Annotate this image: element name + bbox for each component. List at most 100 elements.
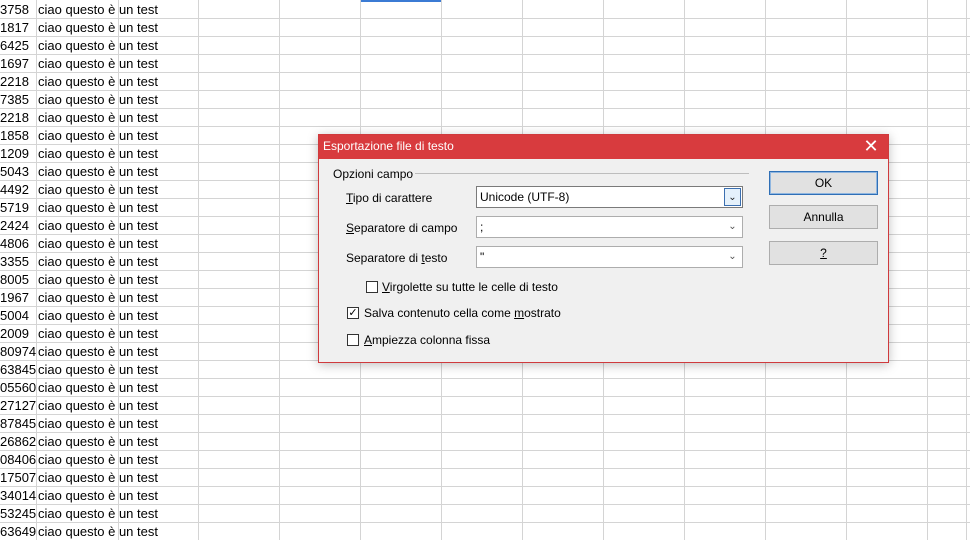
number-cell[interactable]: 2218 xyxy=(0,73,36,90)
text-cell[interactable]: ciao questo è un test xyxy=(38,55,238,72)
text-cell[interactable]: ciao questo è un test xyxy=(38,91,238,108)
field-separator-select[interactable]: ; ⌄ xyxy=(476,216,743,238)
number-cell[interactable]: 4492 xyxy=(0,181,36,198)
number-cell[interactable]: 5719 xyxy=(0,199,36,216)
text-cell[interactable]: ciao questo è un test xyxy=(38,289,238,306)
chevron-down-icon[interactable]: ⌄ xyxy=(724,248,741,266)
text-cell[interactable]: ciao questo è un test xyxy=(38,145,238,162)
number-cell[interactable]: 3355 xyxy=(0,253,36,270)
number-cell[interactable]: 1697 xyxy=(0,55,36,72)
charset-value: Unicode (UTF-8) xyxy=(480,190,570,204)
table-row[interactable]: 87845 ciao questo è un test xyxy=(0,415,970,433)
text-cell[interactable]: ciao questo è un test xyxy=(38,127,238,144)
text-cell[interactable]: ciao questo è un test xyxy=(38,253,238,270)
number-cell[interactable]: 17507 xyxy=(0,469,36,486)
dialog-titlebar[interactable]: Esportazione file di testo ✕ xyxy=(319,135,888,159)
text-cell[interactable]: ciao questo è un test xyxy=(38,235,238,252)
text-cell[interactable]: ciao questo è un test xyxy=(38,181,238,198)
table-row[interactable]: 2218 ciao questo è un test xyxy=(0,109,970,127)
selected-cell-indicator xyxy=(361,0,441,2)
table-row[interactable]: 63845 ciao questo è un test xyxy=(0,361,970,379)
text-cell[interactable]: ciao questo è un test xyxy=(38,433,238,450)
number-cell[interactable]: 87845 xyxy=(0,415,36,432)
number-cell[interactable]: 6425 xyxy=(0,37,36,54)
table-row[interactable]: 1697 ciao questo è un test xyxy=(0,55,970,73)
table-row[interactable]: 7385 ciao questo è un test xyxy=(0,91,970,109)
number-cell[interactable]: 2218 xyxy=(0,109,36,126)
text-cell[interactable]: ciao questo è un test xyxy=(38,397,238,414)
quote-all-checkbox[interactable] xyxy=(366,281,378,293)
table-row[interactable]: 08406 ciao questo è un test xyxy=(0,451,970,469)
text-cell[interactable]: ciao questo è un test xyxy=(38,379,238,396)
field-separator-value: ; xyxy=(480,220,484,234)
text-cell[interactable]: ciao questo è un test xyxy=(38,19,238,36)
chevron-down-icon[interactable]: ⌄ xyxy=(724,188,741,206)
table-row[interactable]: 3758 ciao questo è un test xyxy=(0,1,970,19)
text-cell[interactable]: ciao questo è un test xyxy=(38,415,238,432)
number-cell[interactable]: 26862 xyxy=(0,433,36,450)
number-cell[interactable]: 34014 xyxy=(0,487,36,504)
table-row[interactable]: 26862 ciao questo è un test xyxy=(0,433,970,451)
table-row[interactable]: 27127 ciao questo è un test xyxy=(0,397,970,415)
table-row[interactable]: 63649 ciao questo è un test xyxy=(0,523,970,540)
text-cell[interactable]: ciao questo è un test xyxy=(38,73,238,90)
close-icon[interactable]: ✕ xyxy=(854,135,888,159)
save-as-shown-checkbox[interactable]: ✓ xyxy=(347,307,359,319)
text-cell[interactable]: ciao questo è un test xyxy=(38,109,238,126)
number-cell[interactable]: 8005 xyxy=(0,271,36,288)
text-cell[interactable]: ciao questo è un test xyxy=(38,523,238,540)
table-row[interactable]: 17507 ciao questo è un test xyxy=(0,469,970,487)
table-row[interactable]: 6425 ciao questo è un test xyxy=(0,37,970,55)
charset-select[interactable]: Unicode (UTF-8) ⌄ xyxy=(476,186,743,208)
text-cell[interactable]: ciao questo è un test xyxy=(38,451,238,468)
number-cell[interactable]: 27127 xyxy=(0,397,36,414)
text-cell[interactable]: ciao questo è un test xyxy=(38,163,238,180)
text-cell[interactable]: ciao questo è un test xyxy=(38,217,238,234)
number-cell[interactable]: 5004 xyxy=(0,307,36,324)
text-cell[interactable]: ciao questo è un test xyxy=(38,487,238,504)
text-cell[interactable]: ciao questo è un test xyxy=(38,307,238,324)
text-cell[interactable]: ciao questo è un test xyxy=(38,325,238,342)
text-export-dialog: Esportazione file di testo ✕ Opzioni cam… xyxy=(318,134,889,363)
number-cell[interactable]: 2009 xyxy=(0,325,36,342)
number-cell[interactable]: 63845 xyxy=(0,361,36,378)
number-cell[interactable]: 1817 xyxy=(0,19,36,36)
number-cell[interactable]: 05560 xyxy=(0,379,36,396)
number-cell[interactable]: 2424 xyxy=(0,217,36,234)
text-cell[interactable]: ciao questo è un test xyxy=(38,343,238,360)
text-cell[interactable]: ciao questo è un test xyxy=(38,361,238,378)
text-cell[interactable]: ciao questo è un test xyxy=(38,271,238,288)
number-cell[interactable]: 63649 xyxy=(0,523,36,540)
table-row[interactable]: 53245 ciao questo è un test xyxy=(0,505,970,523)
text-cell[interactable]: ciao questo è un test xyxy=(38,1,238,18)
text-cell[interactable]: ciao questo è un test xyxy=(38,199,238,216)
chevron-down-icon[interactable]: ⌄ xyxy=(724,218,741,236)
text-cell[interactable]: ciao questo è un test xyxy=(38,505,238,522)
quote-all-label: Virgolette su tutte le celle di testo xyxy=(382,280,558,294)
text-cell[interactable]: ciao questo è un test xyxy=(38,37,238,54)
number-cell[interactable]: 3758 xyxy=(0,1,36,18)
number-cell[interactable]: 4806 xyxy=(0,235,36,252)
number-cell[interactable]: 08406 xyxy=(0,451,36,468)
text-separator-select[interactable]: " ⌄ xyxy=(476,246,743,268)
cancel-button[interactable]: Annulla xyxy=(769,205,878,229)
fixed-width-checkbox[interactable] xyxy=(347,334,359,346)
table-row[interactable]: 1817 ciao questo è un test xyxy=(0,19,970,37)
fixed-width-label: Ampiezza colonna fissa xyxy=(364,333,491,347)
number-cell[interactable]: 80974 xyxy=(0,343,36,360)
dialog-title: Esportazione file di testo xyxy=(323,139,454,153)
text-cell[interactable]: ciao questo è un test xyxy=(38,469,238,486)
save-as-shown-label: Salva contenuto cella come mostrato xyxy=(364,306,561,320)
number-cell[interactable]: 1967 xyxy=(0,289,36,306)
number-cell[interactable]: 7385 xyxy=(0,91,36,108)
number-cell[interactable]: 53245 xyxy=(0,505,36,522)
number-cell[interactable]: 1858 xyxy=(0,127,36,144)
table-row[interactable]: 34014 ciao questo è un test xyxy=(0,487,970,505)
ok-button[interactable]: OK xyxy=(769,171,878,195)
table-row[interactable]: 2218 ciao questo è un test xyxy=(0,73,970,91)
table-row[interactable]: 05560 ciao questo è un test xyxy=(0,379,970,397)
help-button[interactable]: ? xyxy=(769,241,878,265)
number-cell[interactable]: 5043 xyxy=(0,163,36,180)
group-divider xyxy=(415,173,749,174)
number-cell[interactable]: 1209 xyxy=(0,145,36,162)
